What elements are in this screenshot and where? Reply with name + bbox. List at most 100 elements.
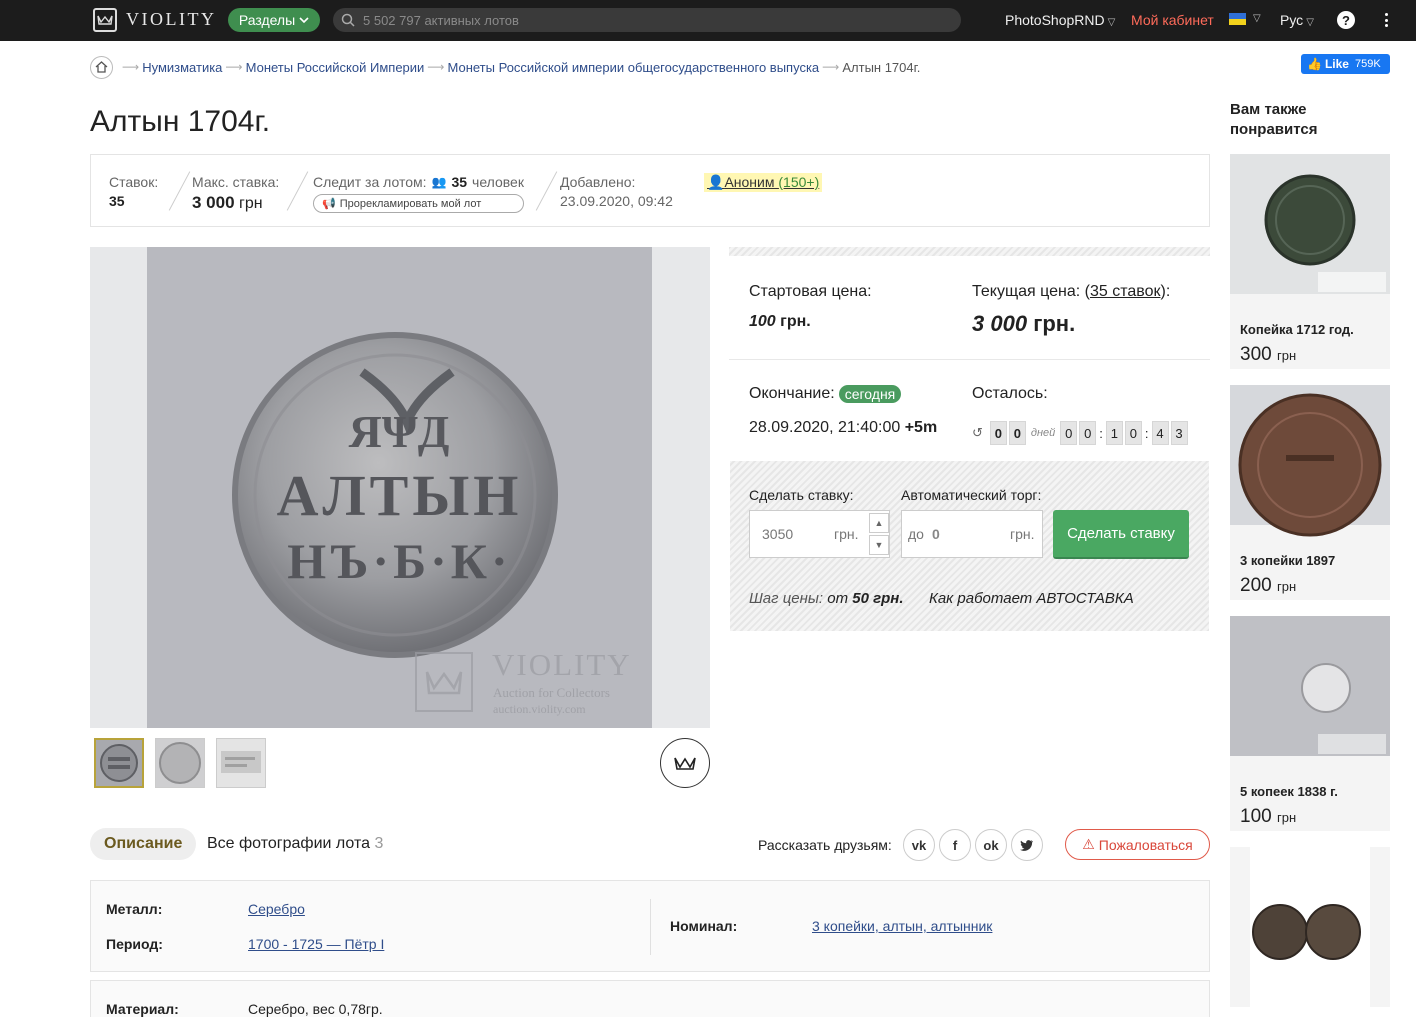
end-timezone: +5m bbox=[904, 419, 938, 436]
how-autobid-link[interactable]: Как работает АВТОСТАВКА bbox=[929, 590, 1134, 607]
panel-top-stripe bbox=[729, 247, 1210, 256]
photo-thumbnail-2[interactable] bbox=[155, 738, 205, 788]
lot-properties: Металл: Серебро Период: 1700 - 1725 — Пё… bbox=[90, 880, 1210, 972]
tab-description[interactable]: Описание bbox=[90, 828, 197, 860]
thumbs-up-icon: 👍 bbox=[1307, 57, 1322, 71]
lot-info-bar: Ставок: 35 Макс. ставка: 3 000 грн Следи… bbox=[90, 154, 1210, 227]
divider bbox=[729, 359, 1210, 360]
coin-line-1: АЛТЫН bbox=[276, 463, 523, 528]
start-price-currency: грн. bbox=[780, 313, 811, 330]
watermark-url: auction.violity.com bbox=[493, 702, 586, 716]
lot-tabs: Описание Все фотографии лота 3 Рассказат… bbox=[90, 828, 1210, 861]
breadcrumb-numismatics[interactable]: Нумизматика bbox=[142, 60, 222, 75]
seller-link[interactable]: 👤Аноним (150+) bbox=[704, 173, 823, 192]
crown-icon[interactable] bbox=[660, 738, 710, 788]
crown-logo-icon[interactable] bbox=[93, 8, 117, 32]
place-bid-button[interactable]: Сделать ставку bbox=[1053, 510, 1189, 559]
chevron-down-icon[interactable]: ▽ bbox=[1253, 13, 1261, 24]
max-bid-value: 3 000 bbox=[192, 193, 235, 212]
search-input[interactable] bbox=[363, 12, 923, 28]
breadcrumb-russian-empire-coins[interactable]: Монеты Российской Империи bbox=[246, 60, 425, 75]
recommendation-image bbox=[1230, 154, 1390, 294]
end-today-badge: сегодня bbox=[838, 385, 902, 403]
remaining-label: Осталось: bbox=[972, 385, 1048, 402]
breadcrumb-general-issue[interactable]: Монеты Российской империи общегосударств… bbox=[448, 60, 820, 75]
divider bbox=[168, 171, 191, 211]
odnoklassniki-icon[interactable]: ok bbox=[975, 829, 1007, 861]
seller-name: Аноним bbox=[724, 174, 775, 190]
minutes-digit: 0 bbox=[1124, 421, 1142, 445]
twitter-icon[interactable] bbox=[1011, 829, 1043, 861]
end-datetime: 28.09.2020, 21:40:00 bbox=[749, 419, 901, 436]
vk-icon[interactable]: vk bbox=[903, 829, 935, 861]
my-cabinet-link[interactable]: Мой кабинет bbox=[1131, 12, 1214, 28]
divider bbox=[650, 899, 651, 955]
recommendation-price: 300 bbox=[1240, 344, 1272, 365]
bid-amount-input[interactable]: 3050 грн. ▲ ▼ bbox=[749, 510, 890, 558]
more-vertical-icon[interactable] bbox=[1381, 10, 1391, 30]
help-icon[interactable]: ? bbox=[1337, 11, 1355, 29]
start-price-label: Стартовая цена: bbox=[749, 283, 872, 300]
photo-thumbnail-3[interactable] bbox=[216, 738, 266, 788]
lot-main-photo[interactable]: ЯΨД АЛТЫН НЪ·Б·К· VIOLITY Auction for Co… bbox=[90, 247, 710, 728]
bid-currency: грн. bbox=[834, 526, 859, 542]
divider bbox=[286, 171, 309, 211]
language-label: Рус bbox=[1280, 12, 1304, 28]
recommendation-image bbox=[1230, 616, 1390, 756]
hours-digit: 0 bbox=[1079, 421, 1097, 445]
tab-all-photos-label: Все фотографии лота bbox=[207, 835, 370, 852]
end-label: Окончание: bbox=[749, 385, 835, 402]
auto-bid-input[interactable]: до 0 грн. bbox=[901, 510, 1043, 558]
period-value[interactable]: 1700 - 1725 — Пётр I bbox=[248, 936, 384, 952]
logo-text[interactable]: VIOLITY bbox=[126, 9, 216, 30]
report-button[interactable]: ⚠ Пожаловаться bbox=[1065, 829, 1210, 860]
recommendation-name: 3 копейки 1897 bbox=[1240, 553, 1336, 568]
photo-thumbnail-1[interactable] bbox=[94, 738, 144, 788]
recommendation-card[interactable] bbox=[1230, 847, 1390, 1007]
tab-all-photos[interactable]: Все фотографии лота 3 bbox=[207, 835, 383, 853]
chevron-down-icon[interactable]: ▼ bbox=[869, 535, 889, 555]
recommendation-price: 200 bbox=[1240, 575, 1272, 596]
chevron-down-icon bbox=[299, 16, 309, 23]
current-price-currency: грн. bbox=[1033, 311, 1076, 336]
search-icon[interactable] bbox=[341, 13, 355, 27]
username: PhotoShopRND bbox=[1005, 12, 1105, 28]
nominal-value[interactable]: 3 копейки, алтын, алтынник bbox=[812, 918, 992, 934]
recommendation-card[interactable]: 3 копейки 1897 200 грн bbox=[1230, 385, 1390, 600]
auto-bid-currency: грн. bbox=[1010, 526, 1035, 542]
sections-label: Разделы bbox=[238, 12, 296, 28]
nominal-label: Номинал: bbox=[670, 918, 738, 934]
promote-lot-button[interactable]: 📢 Прорекламировать мой лот bbox=[313, 194, 524, 213]
chevron-up-icon[interactable]: ▲ bbox=[869, 513, 889, 533]
facebook-icon[interactable]: f bbox=[939, 829, 971, 861]
current-price-label: Текущая цена: (35 ставок): bbox=[972, 283, 1171, 300]
auto-bid-value: 0 bbox=[932, 526, 940, 542]
user-menu[interactable]: PhotoShopRND ▽ bbox=[1005, 12, 1115, 28]
coin-photo: ЯΨД АЛТЫН НЪ·Б·К· VIOLITY Auction for Co… bbox=[147, 247, 652, 728]
price-step-from: от bbox=[827, 590, 849, 607]
auto-bid-prefix: до bbox=[908, 526, 924, 542]
price-step-label: Шаг цены: bbox=[749, 590, 824, 607]
breadcrumb-current: Алтын 1704г. bbox=[842, 59, 921, 75]
recommendation-currency: грн bbox=[1276, 579, 1297, 594]
bids-value: 35 bbox=[109, 193, 125, 209]
watchers-unit: человек bbox=[472, 174, 524, 190]
current-bids-link[interactable]: 35 ставок bbox=[1090, 283, 1161, 300]
sections-button[interactable]: Разделы bbox=[228, 8, 320, 32]
recommendation-card[interactable]: Копейка 1712 год. 300 грн bbox=[1230, 154, 1390, 369]
bids-label: Ставок: bbox=[109, 174, 159, 190]
refresh-icon[interactable]: ↺ bbox=[972, 425, 983, 441]
home-icon[interactable] bbox=[90, 55, 113, 79]
recommendation-image bbox=[1250, 847, 1370, 1007]
start-price-value: 100 bbox=[749, 313, 776, 330]
period-label: Период: bbox=[106, 936, 163, 952]
bid-box: Сделать ставку: Автоматический торг: 305… bbox=[730, 461, 1209, 631]
language-selector[interactable]: Рус ▽ bbox=[1280, 12, 1314, 28]
ukraine-flag-icon[interactable] bbox=[1229, 13, 1246, 25]
watchers-count: 35 bbox=[451, 174, 468, 190]
breadcrumb: ⟶ Нумизматика ⟶ Монеты Российской Импери… bbox=[90, 55, 920, 79]
metal-value[interactable]: Серебро bbox=[248, 901, 305, 917]
facebook-like-button[interactable]: 👍 Like 759K bbox=[1301, 54, 1390, 74]
recommendation-card[interactable]: 5 копеек 1838 г. 100 грн bbox=[1230, 616, 1390, 831]
bid-amount-value: 3050 bbox=[762, 526, 794, 542]
